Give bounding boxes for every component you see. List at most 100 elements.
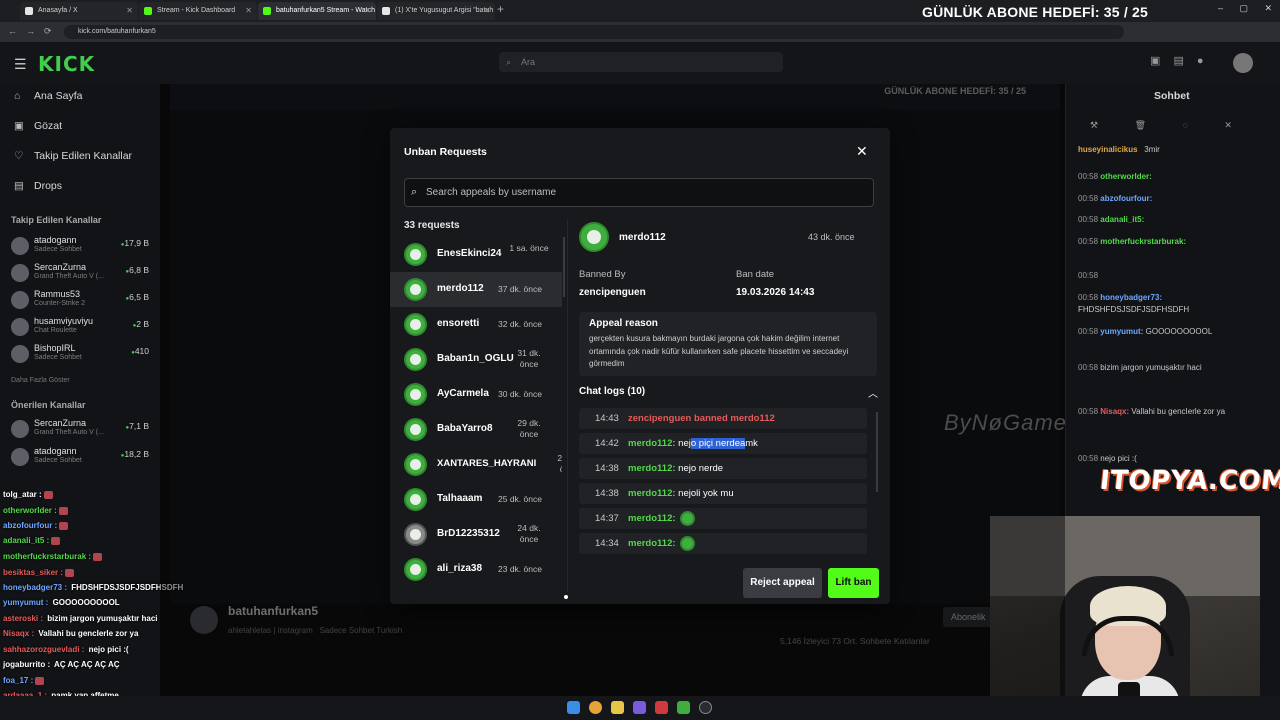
channel-item[interactable]: husamviyuviyuChat Roulette 2 B bbox=[11, 316, 151, 338]
chat-logs-scrollbar[interactable] bbox=[876, 412, 878, 492]
loading-dot bbox=[564, 595, 568, 599]
chat-user[interactable]: otherworlder: bbox=[1100, 172, 1152, 181]
chat-text: bizim jargon yumuşaktır haci bbox=[1100, 363, 1202, 372]
sidebar-item-browse[interactable]: ▣ Gözat bbox=[14, 120, 62, 132]
sidebar-item-label: Ana Sayfa bbox=[34, 90, 83, 102]
requests-list: EnesEkinci24 1 sa. önce merdo112 37 dk. ön… bbox=[390, 237, 562, 592]
chat-user[interactable]: 3mir bbox=[1144, 145, 1160, 154]
new-tab-icon[interactable]: + bbox=[497, 2, 504, 16]
sidebar-item-drops[interactable]: ▤ Drops bbox=[14, 180, 62, 192]
app-icon[interactable] bbox=[655, 701, 668, 714]
chat-user[interactable]: huseyinalicikus bbox=[1078, 145, 1138, 154]
emote-icon bbox=[679, 535, 695, 551]
url-field[interactable]: kick.com/batuhanfurkan5 bbox=[64, 25, 1124, 39]
back-icon[interactable]: ← bbox=[8, 26, 17, 36]
folder-icon[interactable] bbox=[611, 701, 624, 714]
request-username: Baban1n_OGLU bbox=[437, 353, 514, 364]
chat-time: 00:58 bbox=[1078, 237, 1099, 246]
browser-tab-stream[interactable]: batuhanfurkan5 Stream - Watch ✕ bbox=[258, 2, 376, 20]
viewer-count: 410 bbox=[131, 346, 149, 356]
request-item[interactable]: BrD12235312 24 dk. önce bbox=[390, 517, 562, 552]
request-item[interactable]: BabaYarro8 29 dk. önce bbox=[390, 412, 562, 447]
menu-icon[interactable]: ☰ bbox=[14, 56, 27, 73]
x-logo-icon bbox=[25, 7, 33, 15]
close-icon[interactable]: ✕ bbox=[245, 2, 252, 20]
chat-user[interactable]: yumyumut: bbox=[1100, 327, 1143, 336]
request-item-selected[interactable]: merdo112 37 dk. önce bbox=[390, 272, 562, 307]
chat-user[interactable]: honeybadger73: bbox=[1100, 293, 1162, 302]
kick-app-icon[interactable] bbox=[677, 701, 690, 714]
appeals-search-input[interactable]: ⌕ Search appeals by username bbox=[404, 178, 874, 207]
tab-label: (1) X'te Yugusugut Argisi "batuh bbox=[395, 7, 494, 14]
channel-item[interactable]: atadogannSadece Sohbet 18,2 B bbox=[11, 446, 151, 468]
chat-user: abzofourfour : bbox=[3, 521, 58, 530]
request-username: BabaYarro8 bbox=[437, 423, 493, 434]
chat-user[interactable]: motherfuckrstarburak: bbox=[1100, 237, 1186, 246]
request-time: 29 dk. önce bbox=[517, 418, 541, 439]
address-bar: ← → ⟳ kick.com/batuhanfurkan5 bbox=[0, 22, 1280, 42]
avatar bbox=[11, 291, 29, 309]
kick-logo[interactable]: KICK bbox=[38, 52, 95, 76]
browser-tab-x[interactable]: Anasayfa / X ✕ bbox=[20, 2, 138, 20]
window-controls[interactable]: – ▢ ✕ bbox=[1218, 3, 1272, 14]
request-item[interactable]: Talhaaam 25 dk. önce bbox=[390, 482, 562, 517]
close-icon[interactable]: ✕ bbox=[483, 2, 490, 20]
log-time: 14:34 bbox=[595, 538, 619, 549]
chat-log-row: 14:38 merdo112: nejo nerde bbox=[579, 458, 867, 479]
site-search-input[interactable]: ⌕ Ara bbox=[499, 52, 783, 72]
close-icon[interactable]: ✕ bbox=[856, 143, 868, 160]
kick-logo-icon bbox=[263, 7, 271, 15]
request-time: 1 sa. önce bbox=[509, 243, 549, 253]
reject-appeal-button[interactable]: Reject appeal bbox=[743, 568, 822, 598]
request-item[interactable]: Baban1n_OGLU 31 dk. önce bbox=[390, 342, 562, 377]
chrome-icon[interactable] bbox=[589, 701, 602, 714]
requests-scrollbar[interactable] bbox=[563, 237, 565, 297]
log-text: nejo nerde bbox=[675, 463, 724, 474]
chat-log-row: 14:34 merdo112: bbox=[579, 533, 867, 554]
chat-message: 00:58 bizim jargon yumuşaktır haci bbox=[1078, 362, 1263, 374]
request-item[interactable]: XANTARES_HAYRANI 29 dk. önce bbox=[390, 447, 562, 482]
show-more-link[interactable]: Daha Fazla Göster bbox=[11, 377, 70, 384]
avatar[interactable] bbox=[1233, 53, 1253, 73]
channel-category: Sadece Sohbet bbox=[34, 246, 82, 253]
chat-user[interactable]: abzofourfour: bbox=[1100, 194, 1152, 203]
channel-item[interactable]: SercanZurnaGrand Theft Auto V (... 7,1 B bbox=[11, 418, 151, 440]
subscriber-goal: GÜNLÜK ABONE HEDEFİ: 35 / 25 bbox=[921, 4, 1148, 20]
chat-message: 00:58 honeybadger73: FHDSHFDSJSDFJSDFHSD… bbox=[1078, 292, 1263, 316]
log-time: 14:38 bbox=[595, 463, 619, 474]
sidebar-item-home[interactable]: ⌂ Ana Sayfa bbox=[14, 90, 82, 102]
channel-item[interactable]: SercanZurnaGrand Theft Auto V (... 6,8 B bbox=[11, 262, 151, 284]
request-item[interactable]: AyCarmela 30 dk. önce bbox=[390, 377, 562, 412]
request-time: 37 dk. önce bbox=[498, 284, 542, 294]
chat-mod-tools[interactable]: ⚒ 🗑 ◌ ✕ bbox=[1090, 120, 1232, 131]
discord-icon[interactable] bbox=[633, 701, 646, 714]
avatar bbox=[404, 453, 427, 476]
chat-user[interactable]: Nisaqx: bbox=[1100, 407, 1129, 416]
lift-ban-button[interactable]: Lift ban bbox=[828, 568, 879, 598]
request-item[interactable]: ensoretti 32 dk. önce bbox=[390, 307, 562, 342]
overlay-chat-line: besiktas_siker : bbox=[3, 568, 75, 577]
channel-item[interactable]: Rammus53Counter-Strike 2 6,5 B bbox=[11, 289, 151, 311]
channel-item[interactable]: BishopIRLSadece Sohbet 410 bbox=[11, 343, 151, 365]
sidebar-item-following[interactable]: ♡ Takip Edilen Kanallar bbox=[14, 150, 132, 162]
close-icon[interactable]: ✕ bbox=[364, 2, 371, 20]
chevron-up-icon[interactable]: ︿ bbox=[868, 385, 878, 400]
reload-icon[interactable]: ⟳ bbox=[44, 26, 52, 37]
forward-icon[interactable]: → bbox=[26, 26, 35, 36]
log-user: merdo112: bbox=[628, 438, 676, 449]
request-item[interactable]: ali_riza38 23 dk. önce bbox=[390, 552, 562, 587]
close-icon[interactable]: ✕ bbox=[126, 2, 133, 20]
browser-tab-x-search[interactable]: (1) X'te Yugusugut Argisi "batuh ✕ bbox=[377, 2, 495, 20]
sidebar-item-label: Gözat bbox=[34, 120, 63, 132]
obs-icon[interactable] bbox=[699, 701, 712, 714]
avatar bbox=[404, 418, 427, 441]
channel-item[interactable]: atadogannSadece Sohbet 17,9 B bbox=[11, 235, 151, 257]
header-icons[interactable]: ▣ ▤ ● bbox=[1150, 54, 1204, 67]
chat-time: 00:58 bbox=[1078, 172, 1099, 181]
channel-category: Chat Roulette bbox=[34, 327, 77, 334]
overlay-chat-line: abzofourfour : bbox=[3, 521, 69, 530]
chat-user[interactable]: adanali_it5: bbox=[1100, 215, 1144, 224]
browser-tab-dashboard[interactable]: Stream - Kick Dashboard ✕ bbox=[139, 2, 257, 20]
request-item[interactable]: EnesEkinci24 1 sa. önce bbox=[390, 237, 562, 272]
windows-start-icon[interactable] bbox=[567, 701, 580, 714]
